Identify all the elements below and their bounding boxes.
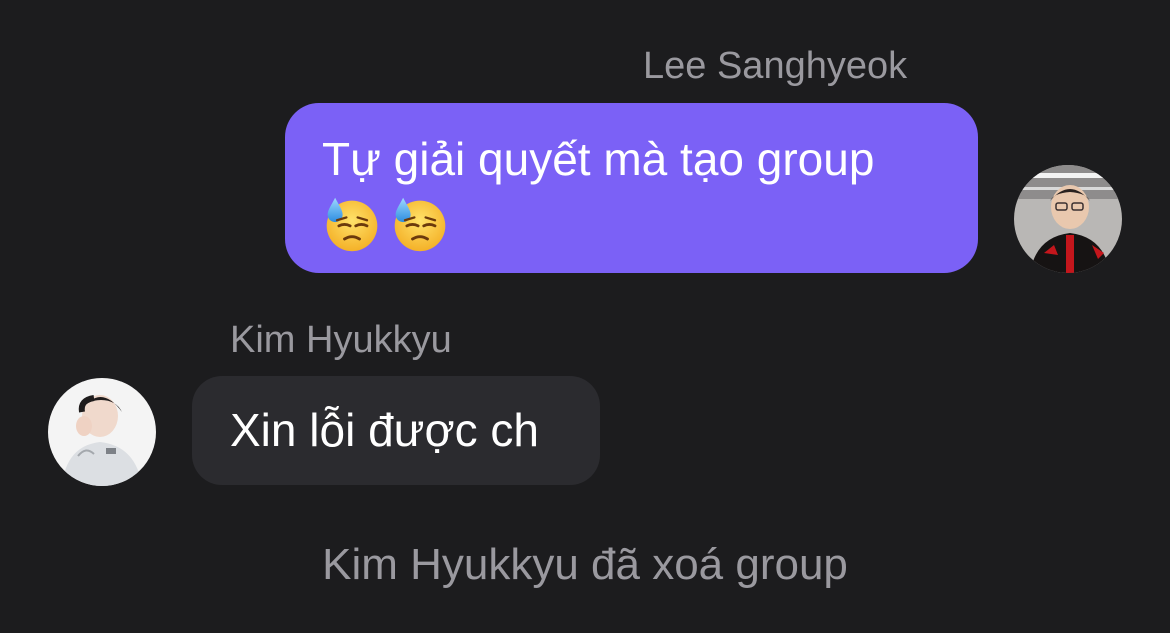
message-text: Xin lỗi được ch [230, 404, 539, 456]
downcast-face-with-sweat-icon [326, 197, 378, 252]
system-notice: Kim Hyukkyu đã xoá group [322, 540, 848, 589]
sender-name-lee: Lee Sanghyeok [643, 45, 908, 87]
avatar-kim-hyukkyu[interactable] [48, 378, 156, 486]
avatar-lee-sanghyeok[interactable] [1014, 165, 1122, 273]
message-bubble-incoming[interactable]: Xin lỗi được ch [192, 376, 600, 485]
emoji-row [322, 194, 942, 254]
message-text: Tự giải quyết mà tạo group [322, 133, 875, 185]
sender-name-kim: Kim Hyukkyu [230, 319, 452, 361]
message-bubble-outgoing[interactable]: Tự giải quyết mà tạo group [285, 103, 978, 273]
chat-thread: Lee Sanghyeok Tự giải quyết mà tạo group [0, 0, 1170, 633]
downcast-face-with-sweat-icon [394, 197, 446, 252]
